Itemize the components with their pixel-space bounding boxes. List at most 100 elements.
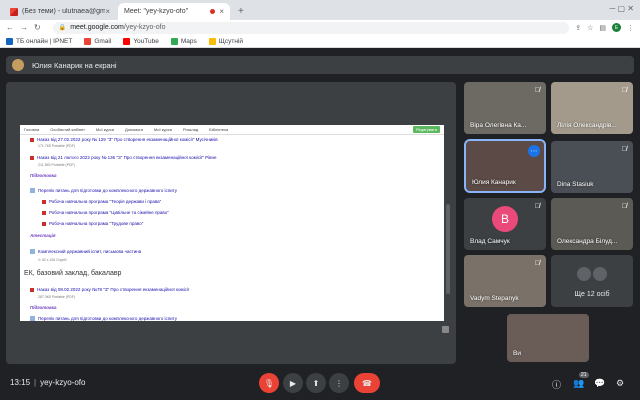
participant-name: Олександра Білуд... bbox=[557, 238, 618, 245]
participant-name: Лілія Олександрів... bbox=[557, 122, 617, 129]
profile-avatar[interactable]: E bbox=[612, 23, 621, 32]
clock-time: 13:15 bbox=[10, 378, 31, 387]
activities-icon[interactable]: ⚙ bbox=[616, 378, 624, 389]
doc-row: Наказ від 08.02.2022 року №78 "З" Про ст… bbox=[30, 287, 189, 292]
close-tab-icon[interactable]: × bbox=[105, 7, 110, 16]
mic-off-icon: 🎙̸ bbox=[534, 203, 540, 210]
others-tile[interactable]: Ще 12 осіб bbox=[551, 255, 633, 307]
reload-icon[interactable]: ↻ bbox=[34, 23, 41, 32]
mic-off-icon: 🎙̸ bbox=[621, 203, 627, 210]
participant-avatar: В bbox=[492, 205, 518, 232]
bookmark-maps[interactable]: Maps bbox=[170, 37, 197, 45]
tab-title: (Без теми) - ulutnaea@gmai... bbox=[22, 8, 106, 15]
presenter-avatar bbox=[12, 59, 24, 71]
back-icon[interactable]: ← bbox=[6, 23, 14, 32]
participant-tile[interactable]: 🎙̸ Vadym Stepanyk bbox=[464, 255, 546, 307]
present-button[interactable]: ⬆ bbox=[306, 373, 326, 393]
people-icon[interactable]: 👥 bbox=[573, 378, 584, 389]
address-path: /yey-kzyo-ofo bbox=[123, 24, 166, 31]
participant-name: Vadym Stepanyk bbox=[470, 295, 519, 302]
tab-title: Meet: "yey-kzyo-ofo" bbox=[124, 8, 189, 15]
doc-nav-item: Особистий кабінет bbox=[50, 127, 85, 132]
doc-row: Наказ від 21 лютого 2022 року № 136 "З" … bbox=[30, 155, 217, 160]
more-options-icon[interactable]: ⋯ bbox=[528, 145, 540, 157]
pdf-icon bbox=[30, 287, 34, 292]
doc-nav-item: Допомога bbox=[124, 127, 143, 132]
call-controls-bar: 13:15 | yey-kzyo-ofo 🎙 ▶ ⬆ ⋮ ☎ ⓘ 👥 21 💬 ⚙ bbox=[0, 366, 640, 400]
shared-screen[interactable]: Головна Особистий кабінет Мої курси Допо… bbox=[6, 82, 456, 364]
menu-icon[interactable]: ⋮ bbox=[627, 24, 634, 32]
meet-area: Юлия Канарик на екрані Головна Особистий… bbox=[0, 48, 640, 400]
document-sidebar bbox=[342, 135, 444, 321]
tab-meet[interactable]: Meet: "yey-kzyo-ofo" × bbox=[118, 3, 230, 59]
doc-meta: ⊙ 92 з 126 Спроб bbox=[38, 258, 67, 262]
document-icon bbox=[30, 188, 35, 193]
address-host: meet.google.com bbox=[70, 24, 124, 31]
bookmark-star-icon[interactable]: ☆ bbox=[587, 24, 593, 32]
scrollbar[interactable] bbox=[446, 204, 450, 294]
doc-row: Комплексний державний іспит, письмова ча… bbox=[30, 249, 141, 254]
window-controls[interactable]: ─ ▢ ✕ bbox=[610, 4, 634, 13]
mic-off-icon: 🎙̸ bbox=[534, 260, 540, 267]
lock-icon: 🔒 bbox=[58, 25, 67, 31]
ipnet-icon bbox=[6, 37, 13, 45]
present-screen-icon: ⬆ bbox=[312, 378, 320, 388]
doc-title: ЕК, базовий заклад, бакалавр bbox=[24, 270, 122, 277]
participant-name: Віра Олегівна Ка... bbox=[470, 122, 527, 129]
participant-tile[interactable]: 🎙̸ Олександра Білуд... bbox=[551, 198, 633, 250]
forward-icon[interactable]: → bbox=[20, 23, 28, 32]
document-nav: Головна Особистий кабінет Мої курси Допо… bbox=[20, 125, 444, 135]
self-tile[interactable]: Ви bbox=[507, 314, 589, 362]
bookmark-youtube[interactable]: YouTube bbox=[123, 37, 159, 45]
doc-nav-item: Головна bbox=[24, 127, 40, 132]
tab-bar: (Без теми) - ulutnaea@gmai... × Meet: "y… bbox=[0, 0, 640, 59]
doc-section: Підготовка bbox=[30, 305, 57, 310]
pdf-icon bbox=[42, 221, 46, 226]
pdf-icon bbox=[42, 199, 46, 204]
share-icon[interactable]: ⇪ bbox=[575, 24, 581, 32]
participant-count-badge: 21 bbox=[579, 372, 589, 378]
leave-call-button[interactable]: ☎ bbox=[354, 373, 380, 393]
bookmarks-bar: ТБ онлайн | IPNET Gmail YouTube Maps Щсу… bbox=[0, 35, 640, 48]
others-avatars bbox=[577, 267, 607, 281]
pdf-icon bbox=[42, 210, 46, 215]
more-options-button[interactable]: ⋮ bbox=[329, 373, 349, 393]
camera-toggle-button[interactable]: ▶ bbox=[283, 373, 303, 393]
bookmark-gmail[interactable]: Gmail bbox=[84, 37, 111, 45]
info-icon[interactable]: ⓘ bbox=[552, 378, 561, 391]
participant-tile[interactable]: 🎙̸ В Влад Самчук bbox=[464, 198, 546, 250]
participant-tile[interactable]: 🎙̸ Dina Stasiuk bbox=[551, 141, 633, 193]
participant-name: Юлия Канарик bbox=[472, 179, 516, 186]
tab-gmail[interactable]: (Без теми) - ulutnaea@gmai... × bbox=[4, 3, 116, 20]
doc-meta: 287.3Кб Portable (PDF) bbox=[38, 295, 76, 299]
doc-edit-button: Редагувати bbox=[413, 126, 440, 133]
meeting-info: 13:15 | yey-kzyo-ofo bbox=[10, 378, 86, 387]
close-tab-icon[interactable]: × bbox=[219, 7, 224, 16]
chat-icon[interactable]: 💬 bbox=[594, 378, 605, 389]
new-tab-button[interactable]: + bbox=[232, 6, 250, 20]
mic-off-icon: 🎙̸ bbox=[621, 87, 627, 94]
participant-tile-active[interactable]: ⋯ Юлия Канарик bbox=[464, 139, 546, 193]
scroll-top-icon[interactable] bbox=[442, 326, 449, 333]
doc-meta: 171.7Кб Portable (PDF) bbox=[38, 144, 76, 148]
browser-toolbar: ← → ↻ 🔒 meet.google.com/yey-kzyo-ofo ⇪ ☆… bbox=[0, 20, 640, 35]
doc-row: Наказ від 27.02.2022 року № 129 "З" Про … bbox=[30, 137, 218, 142]
participant-tile[interactable]: 🎙̸ Лілія Олександрів... bbox=[551, 82, 633, 134]
doc-row: Робоча навчальна програма "Трудове право… bbox=[42, 221, 143, 226]
others-count: Ще 12 осіб bbox=[574, 291, 610, 298]
bookmark-ipnet[interactable]: ТБ онлайн | IPNET bbox=[6, 37, 72, 45]
doc-nav-item: Мої курси bbox=[153, 127, 172, 132]
hang-up-icon: ☎ bbox=[362, 378, 372, 388]
doc-row: Робоча навчальна програма "Теорія держав… bbox=[42, 199, 161, 204]
pdf-icon bbox=[30, 137, 34, 142]
doc-row: Перелік питань для підготовки до комплек… bbox=[30, 188, 177, 193]
doc-nav-item: Мої курси bbox=[95, 127, 114, 132]
address-bar[interactable]: 🔒 meet.google.com/yey-kzyo-ofo bbox=[52, 21, 570, 34]
bookmark-absent[interactable]: Щсутній bbox=[208, 37, 243, 45]
extensions-icon[interactable]: ▤ bbox=[599, 24, 606, 32]
participant-tile[interactable]: 🎙̸ Віра Олегівна Ка... bbox=[464, 82, 546, 134]
bookmark-icon bbox=[208, 37, 216, 45]
camera-icon: ▶ bbox=[289, 378, 297, 388]
doc-section: Підготовка bbox=[30, 173, 57, 178]
mic-toggle-button[interactable]: 🎙 bbox=[259, 373, 279, 393]
